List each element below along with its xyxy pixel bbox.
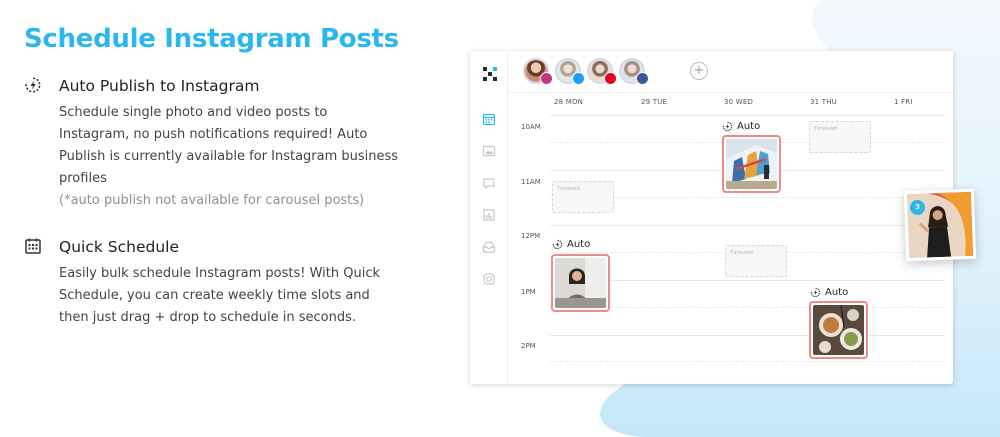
day-header-mon: 28 MON <box>554 98 584 106</box>
inbox-icon[interactable] <box>482 240 496 254</box>
media-library-icon[interactable] <box>482 144 496 158</box>
scheduled-post-thu[interactable] <box>809 301 868 359</box>
feature-footnote: (*auto publish not available for carouse… <box>59 193 365 208</box>
time-label-2pm: 2PM <box>521 342 536 350</box>
day-header-fri: 1 FRI <box>894 98 913 106</box>
timeslot-thu-10am[interactable]: Timeslot <box>809 121 871 153</box>
grid-line <box>550 115 945 116</box>
post-thumbnail-mural <box>726 139 777 189</box>
scheduled-post-wed[interactable] <box>722 135 781 193</box>
auto-publish-icon <box>722 121 733 132</box>
grid-line <box>550 335 945 336</box>
auto-publish-label: Auto <box>722 121 760 132</box>
profile-bar: + <box>508 51 953 93</box>
feature-heading: Auto Publish to Instagram <box>59 77 260 95</box>
auto-label-text: Auto <box>737 121 761 132</box>
day-header-tue: 29 TUE <box>641 98 668 106</box>
feature-heading: Quick Schedule <box>59 238 179 256</box>
timeslot-label: Timeslot <box>730 250 754 256</box>
timeslot-label: Timeslot <box>814 126 838 132</box>
time-label-11am: 11AM <box>521 178 541 186</box>
auto-publish-label: Auto <box>552 239 590 250</box>
app-logo-icon <box>483 67 497 81</box>
app-sidebar <box>470 51 508 384</box>
feature-quick-schedule: Quick Schedule Easily bulk schedule Inst… <box>24 236 424 329</box>
day-header-thu: 31 THU <box>810 98 837 106</box>
scheduler-app-window: + 28 MON 29 TUE 30 WED 31 THU 1 FRI 10AM… <box>470 51 953 384</box>
auto-publish-icon <box>552 239 563 250</box>
twitter-badge-icon <box>572 72 585 85</box>
feature-description: Easily bulk schedule Instagram posts! Wi… <box>59 266 381 325</box>
day-header-wed: 30 WED <box>724 98 754 106</box>
selected-count-badge: 3 <box>910 200 925 215</box>
timeslot-wed-12pm[interactable]: Timeslot <box>725 245 787 277</box>
pinterest-badge-icon <box>604 72 617 85</box>
auto-publish-icon <box>810 287 821 298</box>
scheduled-post-mon[interactable] <box>551 254 610 312</box>
add-profile-button[interactable]: + <box>690 62 708 80</box>
auto-publish-label: Auto <box>810 287 848 298</box>
calendar-grid-icon <box>25 238 41 254</box>
comments-icon[interactable] <box>482 176 496 190</box>
instagram-icon[interactable] <box>482 272 496 286</box>
auto-label-text: Auto <box>567 239 591 250</box>
post-thumbnail-food <box>813 305 864 355</box>
analytics-icon[interactable] <box>482 208 496 222</box>
facebook-badge-icon <box>636 72 649 85</box>
feature-auto-publish: Auto Publish to Instagram Schedule singl… <box>24 75 424 212</box>
calendar-icon[interactable] <box>482 112 496 126</box>
instagram-badge-icon <box>540 72 553 85</box>
post-thumbnail-portrait <box>555 258 606 308</box>
timeslot-label: Timeslot <box>557 186 581 192</box>
feature-description: Schedule single photo and video posts to… <box>59 105 399 186</box>
auto-label-text: Auto <box>825 287 849 298</box>
grid-line <box>550 225 945 226</box>
feature-column: Schedule Instagram Posts Auto Publish to… <box>24 22 424 329</box>
time-label-1pm: 1PM <box>521 288 536 296</box>
page-title: Schedule Instagram Posts <box>24 24 399 54</box>
grid-line <box>550 361 945 362</box>
time-label-10am: 10AM <box>521 123 541 131</box>
time-label-12pm: 12PM <box>521 232 541 240</box>
auto-publish-icon <box>25 77 41 93</box>
timeslot-mon-11am[interactable]: Timeslot <box>552 181 614 213</box>
